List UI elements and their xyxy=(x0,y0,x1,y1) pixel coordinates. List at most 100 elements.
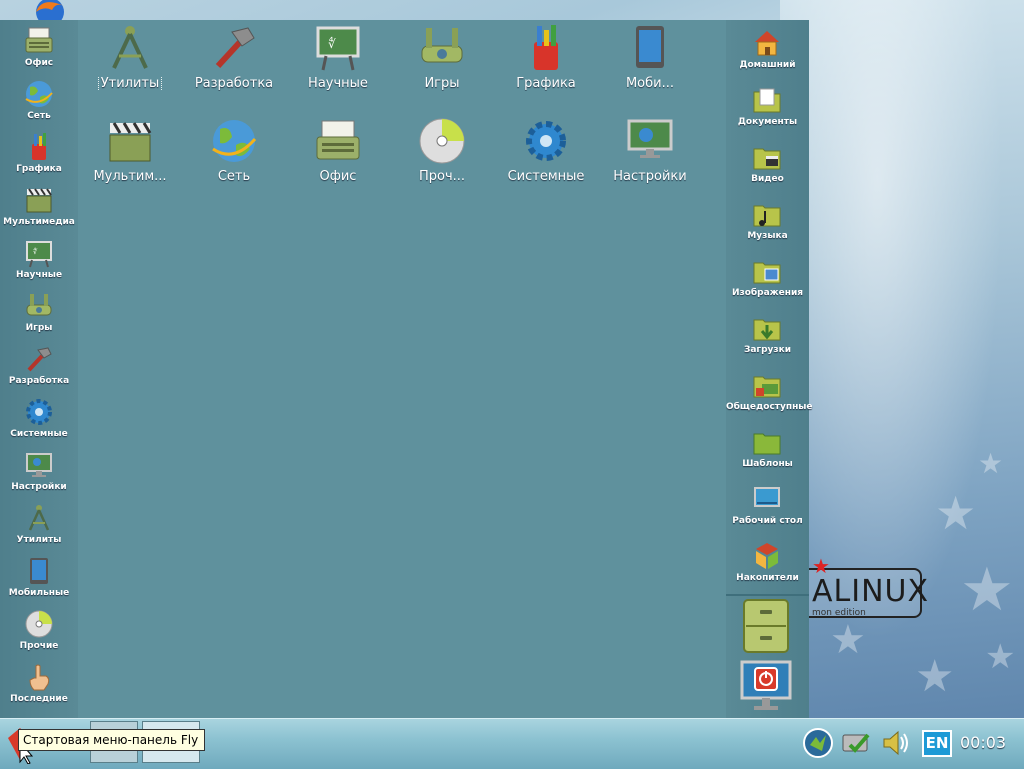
paint-brushes-icon xyxy=(32,133,46,160)
places-item-downloads[interactable]: Загрузки xyxy=(726,311,809,363)
grid-item-other[interactable]: Проч... xyxy=(390,117,494,197)
grid-item-graphics[interactable]: Графика xyxy=(494,24,598,104)
sidebar-item-games[interactable]: Игры xyxy=(0,289,78,341)
places-item-label: Общедоступные xyxy=(726,402,813,412)
folder-public-icon xyxy=(753,376,781,398)
chalkboard-icon: ∜ xyxy=(316,26,360,71)
grid-item-label: Настройки xyxy=(613,169,687,184)
sidebar-item-graphics[interactable]: Графика xyxy=(0,130,78,182)
places-item-label: Загрузки xyxy=(743,345,792,355)
typewriter-icon xyxy=(316,120,360,160)
places-item-public[interactable]: Общедоступные xyxy=(726,368,813,420)
folder-images-icon xyxy=(753,262,781,284)
network-tray-icon[interactable] xyxy=(802,727,834,759)
language-indicator[interactable]: EN xyxy=(922,730,952,757)
sidebar-item-multimedia[interactable]: Мультимедиа xyxy=(0,183,78,235)
folder-downloads-icon xyxy=(753,319,781,341)
svg-text:∜: ∜ xyxy=(33,247,38,256)
folder-templates-icon xyxy=(753,433,781,455)
grid-item-development[interactable]: Разработка xyxy=(182,24,286,104)
taskbar-clock[interactable]: 00:03 xyxy=(960,733,1006,752)
drives-icon xyxy=(756,543,778,569)
places-item-video[interactable]: Видео xyxy=(726,140,809,192)
sidebar-item-label: Прочие xyxy=(19,641,59,651)
grid-item-label: Игры xyxy=(424,76,460,91)
power-icon[interactable] xyxy=(740,658,792,714)
cd-icon xyxy=(419,118,465,164)
sidebar-item-development[interactable]: Разработка xyxy=(0,342,78,394)
places-item-label: Накопители xyxy=(736,573,799,583)
grid-item-label: Проч... xyxy=(418,169,466,184)
folder-video-icon xyxy=(753,148,781,170)
logo-subtext: mon edition xyxy=(812,608,866,618)
volume-tray-icon[interactable] xyxy=(880,727,912,759)
places-separator xyxy=(726,594,809,596)
keyboard-tray-icon[interactable] xyxy=(840,727,872,759)
grid-item-network[interactable]: Сеть xyxy=(182,117,286,197)
places-item-home[interactable]: Домашний xyxy=(726,26,809,78)
places-item-label: Документы xyxy=(737,117,798,127)
grid-item-multimedia[interactable]: Мультим... xyxy=(78,117,182,197)
category-grid: Утилиты Разработка ∜ Научные Игры График… xyxy=(78,20,726,718)
places-item-label: Шаблоны xyxy=(742,459,793,469)
places-item-templates[interactable]: Шаблоны xyxy=(726,425,809,477)
sidebar-item-label: Утилиты xyxy=(16,535,62,545)
sidebar-item-recent[interactable]: Последние xyxy=(0,660,78,712)
compass-icon xyxy=(28,505,50,531)
sidebar-item-other[interactable]: Прочие xyxy=(0,607,78,659)
sidebar-item-label: Настройки xyxy=(11,482,67,492)
places-item-drives[interactable]: Накопители xyxy=(726,539,809,591)
grid-item-games[interactable]: Игры xyxy=(390,24,494,104)
sidebar-item-settings[interactable]: Настройки xyxy=(0,448,78,500)
sidebar-item-office[interactable]: Офис xyxy=(0,24,78,76)
file-cabinet-icon[interactable] xyxy=(740,598,792,654)
sidebar-item-mobile[interactable]: Мобильные xyxy=(0,554,78,606)
places-item-music[interactable]: Музыка xyxy=(726,197,809,249)
compass-icon xyxy=(112,26,148,69)
monitor-settings-icon xyxy=(627,119,673,158)
globe-icon xyxy=(212,120,257,162)
firefox-desktop-icon[interactable] xyxy=(30,0,70,22)
sidebar-item-label: Мультимедиа xyxy=(3,217,75,227)
sidebar-item-label: Мобильные xyxy=(8,588,70,598)
folder-music-icon xyxy=(753,205,781,227)
grid-item-office[interactable]: Офис xyxy=(286,117,390,197)
wallpaper-star: ★ xyxy=(978,447,1004,480)
grid-item-label: Системные xyxy=(507,169,585,184)
globe-icon xyxy=(25,81,53,107)
joystick-icon xyxy=(421,28,463,63)
wallpaper-star: ★ xyxy=(985,637,1016,677)
grid-item-settings[interactable]: Настройки xyxy=(598,117,702,197)
grid-item-utilities[interactable]: Утилиты xyxy=(78,24,182,104)
tablet-icon xyxy=(636,26,664,68)
wallpaper-star: ★ xyxy=(960,555,1014,625)
grid-item-label: Утилиты xyxy=(97,76,163,91)
grid-item-label: Разработка xyxy=(194,76,274,91)
grid-item-system[interactable]: Системные xyxy=(494,117,598,197)
start-menu-tooltip: Стартовая меню-панель Fly xyxy=(18,729,205,751)
hammer-icon xyxy=(215,27,255,69)
paint-brushes-icon xyxy=(534,25,558,70)
gear-icon xyxy=(526,121,566,161)
places-item-desktop[interactable]: Рабочий стол xyxy=(726,482,809,534)
places-item-documents[interactable]: Документы xyxy=(726,83,809,135)
sidebar-item-system[interactable]: Системные xyxy=(0,395,78,447)
sidebar-item-science[interactable]: ∜ Научные xyxy=(0,236,78,288)
sidebar-item-label: Сеть xyxy=(27,111,51,121)
places-item-images[interactable]: Изображения xyxy=(726,254,809,306)
grid-item-label: Моби... xyxy=(625,76,675,91)
sidebar-item-network[interactable]: Сеть xyxy=(0,77,78,129)
sidebar-item-label: Системные xyxy=(10,429,68,439)
clapperboard-icon xyxy=(109,122,152,162)
folder-documents-icon xyxy=(753,88,781,113)
category-sidebar: Офис Сеть Графика Мультимедиа ∜ Научные … xyxy=(0,20,78,718)
wallpaper-star: ★ xyxy=(915,651,955,702)
sidebar-item-utilities[interactable]: Утилиты xyxy=(0,501,78,553)
sidebar-item-label: Научные xyxy=(15,270,63,280)
places-item-label: Домашний xyxy=(739,60,796,70)
grid-item-science[interactable]: ∜ Научные xyxy=(286,24,390,104)
hammer-icon xyxy=(27,347,52,372)
wallpaper-star: ★ xyxy=(830,617,866,663)
grid-item-label: Мультим... xyxy=(93,169,167,184)
grid-item-mobile[interactable]: Моби... xyxy=(598,24,702,104)
